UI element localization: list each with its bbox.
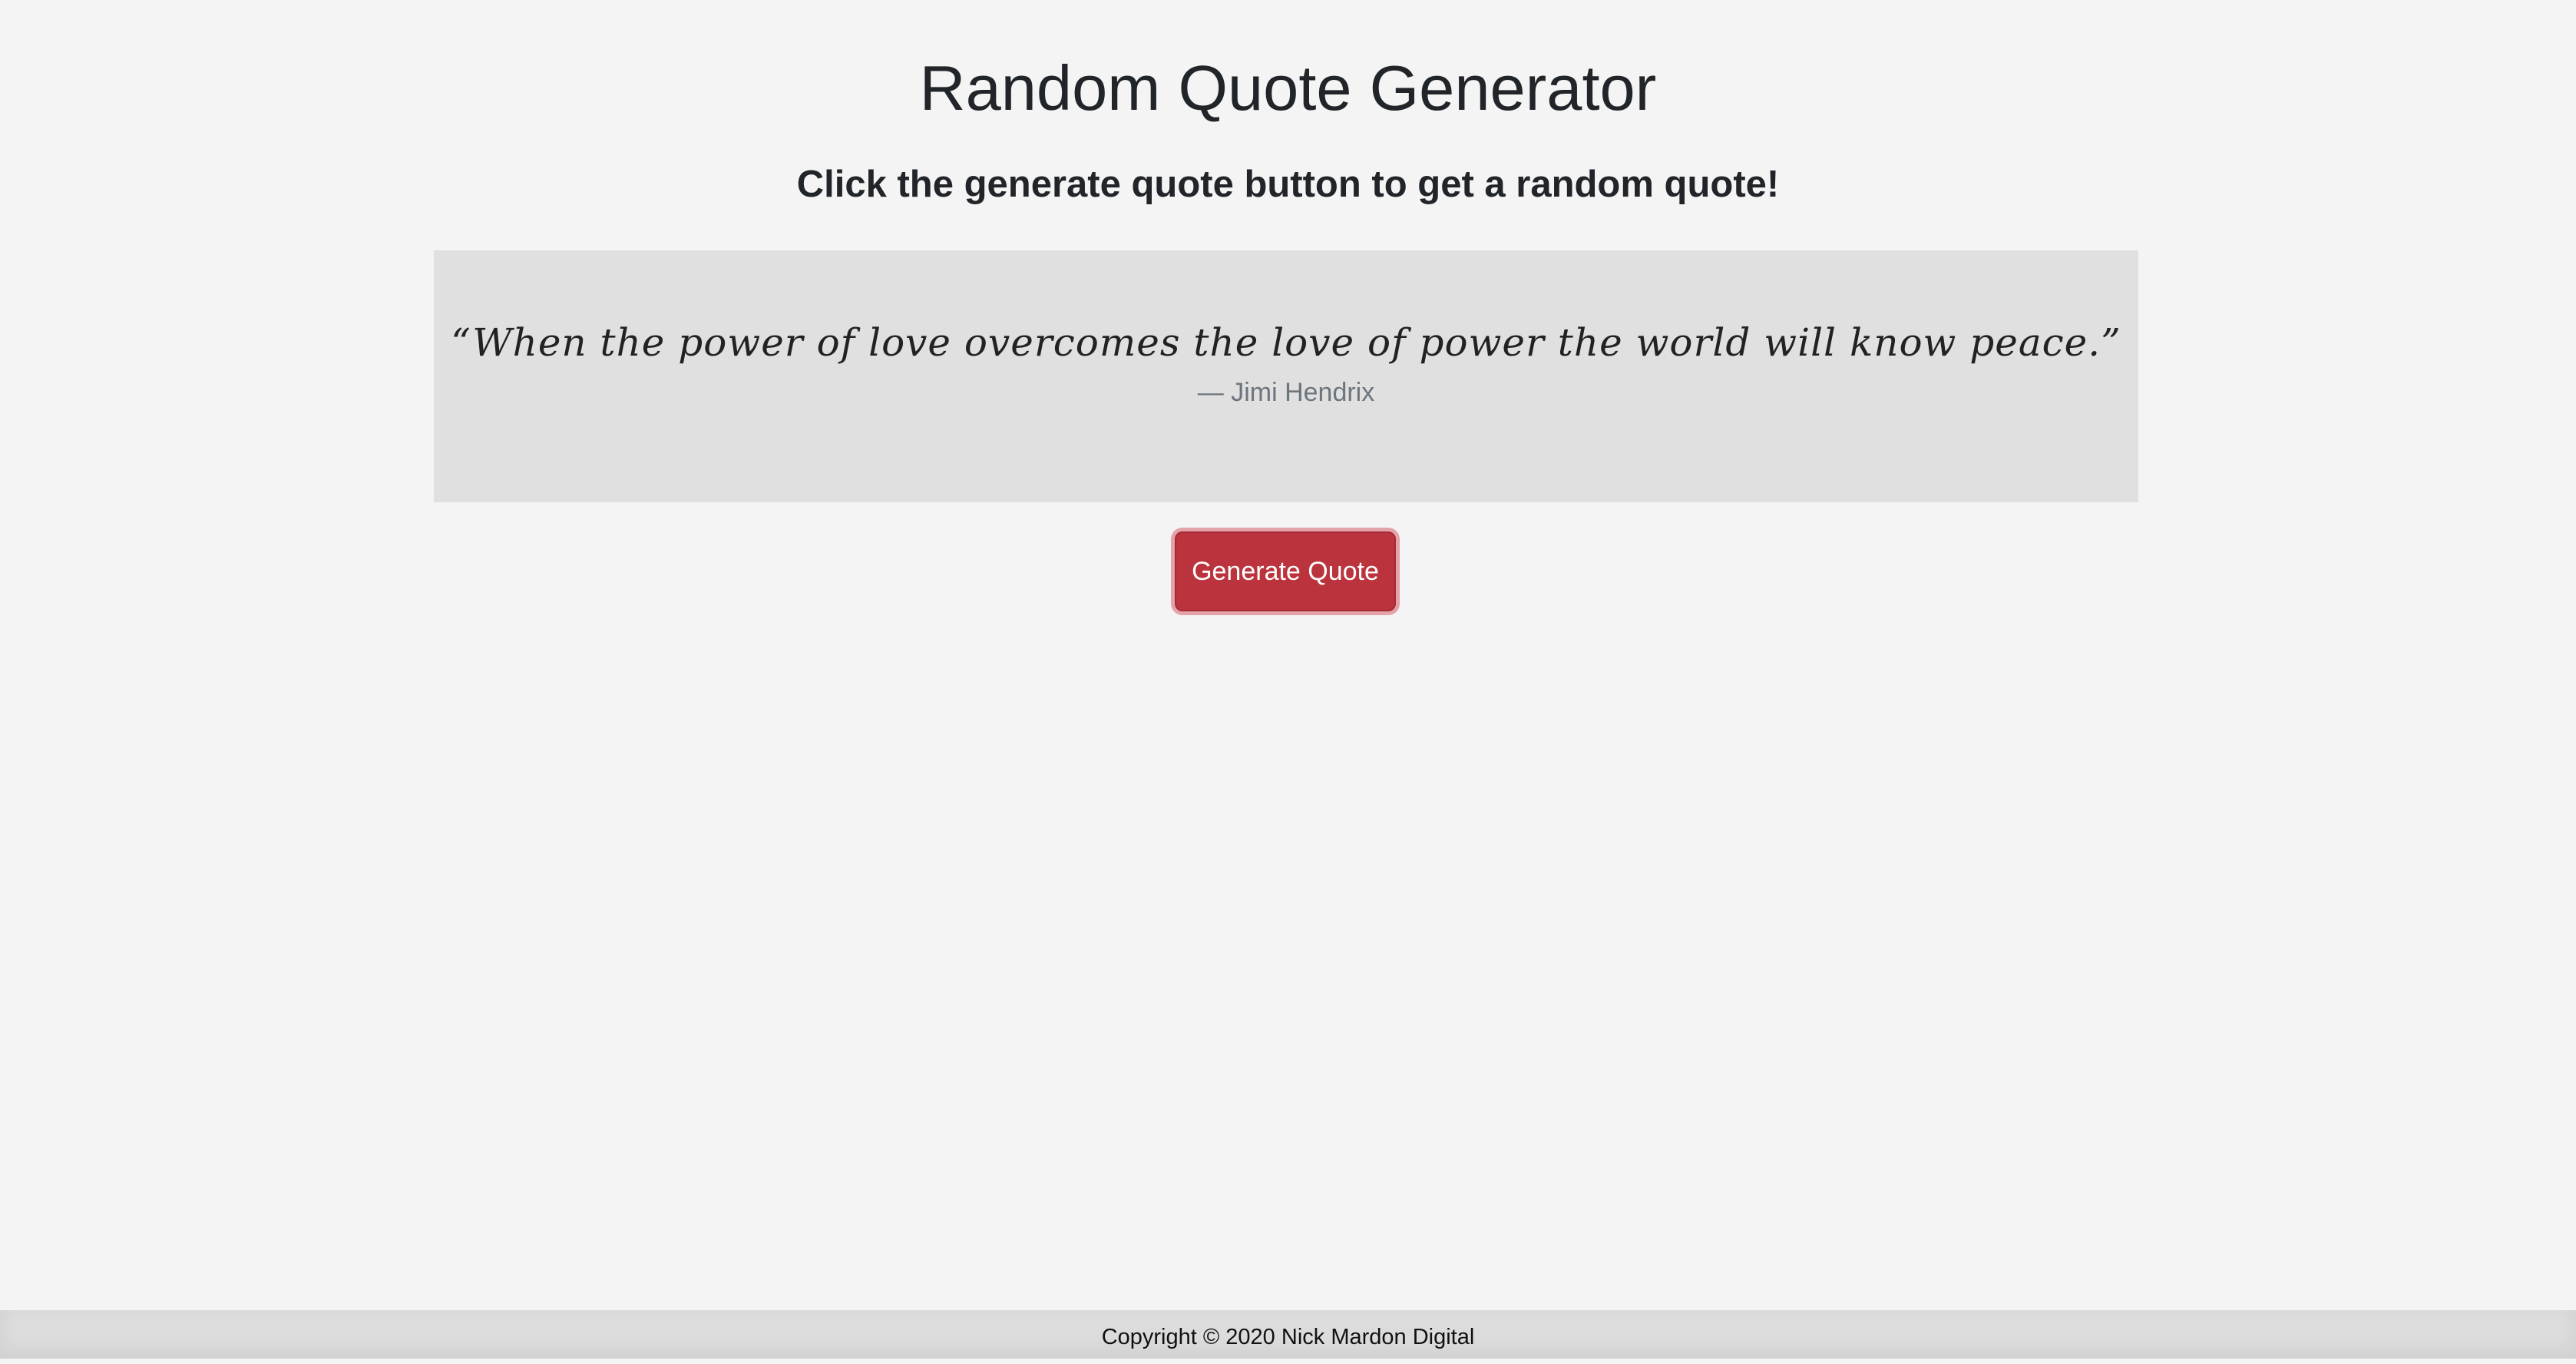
page-title: Random Quote Generator	[919, 52, 1657, 124]
footer-copyright: Copyright © 2020 Nick Mardon Digital	[1101, 1325, 1475, 1349]
quote-author: — Jimi Hendrix	[1197, 378, 1375, 407]
quote-box: “When the power of love overcomes the lo…	[434, 250, 2138, 502]
footer: Copyright © 2020 Nick Mardon Digital	[0, 1310, 2576, 1359]
page-subtitle: Click the generate quote button to get a…	[796, 164, 1780, 205]
quote-text: “When the power of love overcomes the lo…	[451, 320, 2121, 365]
generate-quote-button[interactable]: Generate Quote	[1175, 531, 1396, 611]
